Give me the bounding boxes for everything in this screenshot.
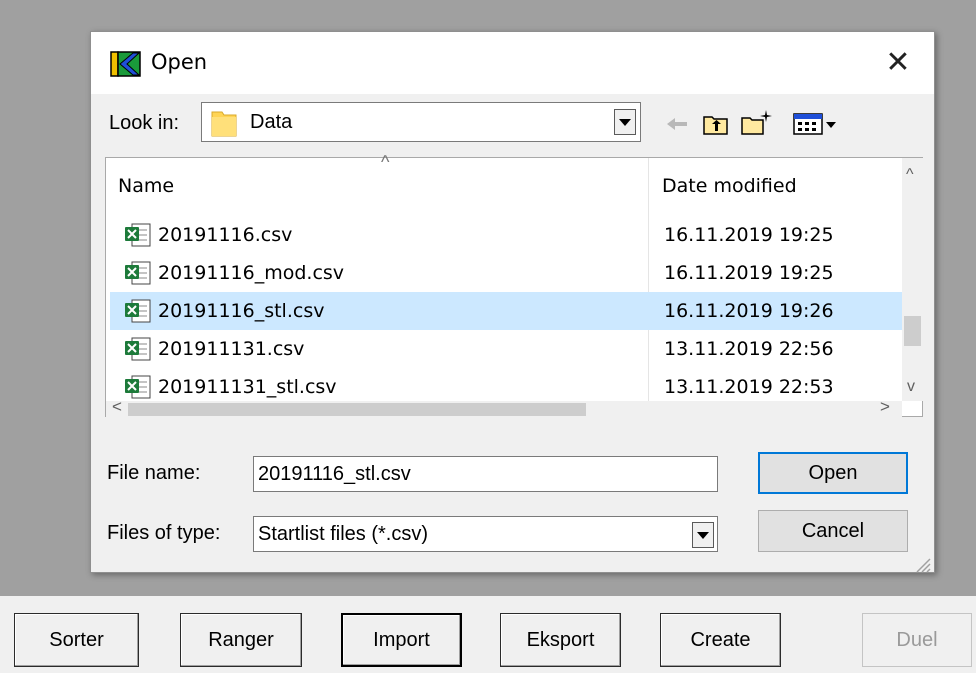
chevron-down-icon[interactable] [614, 109, 636, 135]
ranger-button[interactable]: Ranger [180, 613, 302, 667]
vertical-scroll-thumb[interactable] [904, 316, 921, 346]
dialog-titlebar[interactable]: Open ✕ [91, 32, 934, 94]
horizontal-scroll-thumb[interactable] [128, 403, 586, 416]
dialog-title: Open [151, 50, 208, 74]
file-name-label: File name: [107, 462, 201, 484]
open-dialog: Open ✕ Look in: Data Name ^ Date modifie… [90, 31, 935, 573]
file-date-modified: 13.11.2019 22:53 [664, 376, 834, 398]
create-button[interactable]: Create [660, 613, 781, 667]
close-icon[interactable]: ✕ [878, 46, 918, 80]
horizontal-scrollbar[interactable]: < > [106, 397, 902, 417]
file-row[interactable]: 201911131.csv 13.11.2019 22:56 [110, 330, 902, 368]
file-name: 20191116_stl.csv [158, 300, 325, 322]
csv-file-icon [124, 222, 152, 248]
csv-file-icon [124, 298, 152, 324]
scroll-left-icon[interactable]: < [112, 397, 122, 417]
file-name-input[interactable]: 20191116_stl.csv [253, 456, 718, 492]
file-row[interactable]: 20191116.csv 16.11.2019 19:25 [110, 216, 902, 254]
scroll-up-icon[interactable]: ^ [906, 166, 914, 184]
eksport-button[interactable]: Eksport [500, 613, 621, 667]
file-type-value: Startlist files (*.csv) [258, 522, 429, 545]
file-row[interactable]: 20191116_mod.csv 16.11.2019 19:25 [110, 254, 902, 292]
column-header-date[interactable]: Date modified [662, 175, 797, 197]
file-type-label: Files of type: [107, 522, 221, 544]
list-header: Name ^ Date modified [106, 152, 902, 214]
csv-file-icon [124, 374, 152, 400]
scroll-down-icon[interactable]: v [907, 378, 915, 396]
duel-button: Duel [862, 613, 972, 667]
parent-button-bar [0, 596, 976, 673]
cancel-button[interactable]: Cancel [758, 510, 908, 552]
up-folder-icon[interactable] [703, 112, 729, 136]
import-button[interactable]: Import [341, 613, 462, 667]
file-type-dropdown[interactable]: Startlist files (*.csv) [253, 516, 718, 552]
sort-ascending-icon: ^ [381, 152, 390, 172]
look-in-value: Data [250, 111, 293, 133]
file-row[interactable]: 20191116_stl.csv 16.11.2019 19:26 [110, 292, 902, 330]
file-date-modified: 16.11.2019 19:26 [664, 300, 834, 322]
look-in-label: Look in: [109, 112, 180, 134]
file-name: 20191116_mod.csv [158, 262, 345, 284]
app-logo-icon [109, 49, 143, 79]
file-name: 20191116.csv [158, 224, 293, 246]
csv-file-icon [124, 260, 152, 286]
file-name: 201911131_stl.csv [158, 376, 337, 398]
sorter-button[interactable]: Sorter [14, 613, 139, 667]
chevron-down-icon[interactable] [692, 522, 714, 548]
back-arrow-icon[interactable] [665, 114, 689, 134]
new-folder-icon[interactable] [741, 108, 773, 136]
open-button[interactable]: Open [758, 452, 908, 494]
file-date-modified: 13.11.2019 22:56 [664, 338, 834, 360]
csv-file-icon [124, 336, 152, 362]
folder-icon [210, 108, 238, 138]
file-date-modified: 16.11.2019 19:25 [664, 262, 834, 284]
resize-grip-icon[interactable] [915, 556, 931, 573]
column-header-name[interactable]: Name [118, 175, 174, 197]
scroll-right-icon[interactable]: > [880, 397, 890, 417]
view-menu-icon[interactable] [793, 112, 839, 136]
vertical-scrollbar[interactable]: ^ v [902, 158, 923, 401]
file-date-modified: 16.11.2019 19:25 [664, 224, 834, 246]
file-list[interactable]: Name ^ Date modified 20191116.csv 16.11.2… [105, 152, 923, 417]
look-in-dropdown[interactable]: Data [201, 102, 641, 142]
file-name: 201911131.csv [158, 338, 305, 360]
